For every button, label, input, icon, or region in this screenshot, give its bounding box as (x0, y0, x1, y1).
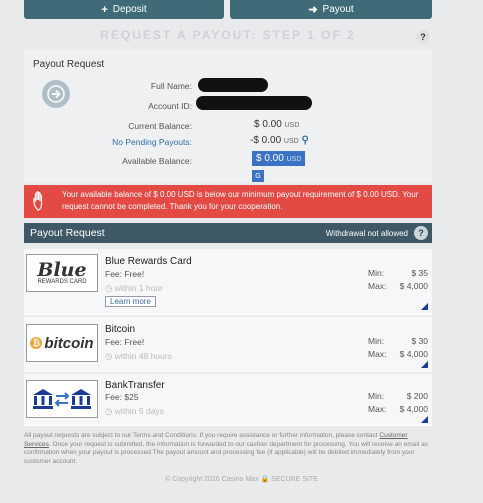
payout-method-blue-rewards[interactable]: Blue REWARDS CARD Blue Rewards Card Fee:… (24, 249, 432, 315)
method-name: Bitcoin (105, 324, 136, 335)
method-name: Blue Rewards Card (105, 256, 192, 267)
deposit-label: Deposit (112, 4, 147, 15)
arrow-circle-right-icon: ➜ (308, 4, 318, 16)
withdrawal-status: Withdrawal not allowed (325, 228, 408, 238)
help-icon[interactable]: ? (416, 30, 430, 44)
redacted-account-id (196, 96, 312, 110)
help-icon[interactable]: ? (414, 226, 428, 240)
secure-site-label: SECURE SITE (271, 476, 318, 483)
footer-terms: All payout requests are subject to our T… (24, 432, 428, 465)
available-balance-value: $ 0.00 USD (252, 151, 306, 166)
plus-icon: + (101, 3, 108, 16)
lock-icon: 🔒 (260, 476, 270, 483)
bitcoin-coin-icon: ₿ (30, 337, 43, 349)
hand-stop-icon (33, 191, 43, 211)
arrow-right-circle-icon (42, 80, 70, 108)
alert-text: Your available balance of $ 0.00 USD is … (62, 190, 419, 211)
full-name-label: Full Name: (150, 81, 192, 91)
blue-rewards-logo: Blue REWARDS CARD (26, 254, 98, 292)
method-limits: Min: $ 200 Max: $ 4,000 (368, 391, 428, 414)
translate-icon[interactable]: G (252, 170, 264, 182)
method-limits: Min: $ 30 Max: $ 4,000 (368, 336, 428, 359)
payout-method-bank-transfer[interactable]: BankTransfer Fee: $25 ◷ within 5 days Mi… (24, 374, 432, 426)
no-pending-payouts-link[interactable]: No Pending Payouts: (72, 137, 192, 147)
payout-method-bitcoin[interactable]: ₿ bitcoin Bitcoin Fee: Free! ◷ within 48… (24, 317, 432, 372)
method-limits: Min: $ 35 Max: $ 4,000 (368, 268, 428, 291)
search-icon[interactable]: ⚲ (301, 135, 308, 146)
method-fee: Fee: Free! (105, 337, 145, 347)
current-balance-value: $ 0.00 USD (254, 119, 300, 130)
payout-label: Payout (322, 4, 354, 15)
account-id-label: Account ID: (148, 101, 192, 111)
bank-transfer-icon (33, 389, 91, 409)
corner-indicator-icon (421, 303, 428, 310)
step-title: REQUEST A PAYOUT: STEP 1 OF 2 (100, 28, 356, 42)
method-name: BankTransfer (105, 380, 165, 391)
method-time: ◷ within 1 hour (105, 283, 163, 293)
clock-icon: ◷ (105, 283, 113, 293)
deposit-button[interactable]: + Deposit (24, 0, 224, 19)
learn-more-button[interactable]: Learn more (105, 296, 156, 307)
method-time: ◷ within 48 hours (105, 351, 172, 361)
current-balance-label: Current Balance: (128, 121, 192, 131)
method-fee: Fee: $25 (105, 392, 139, 402)
clock-icon: ◷ (105, 406, 113, 416)
clock-icon: ◷ (105, 351, 113, 361)
error-alert: Your available balance of $ 0.00 USD is … (24, 185, 432, 218)
pending-value: -$ 0.00 USD ⚲ (250, 135, 309, 146)
bank-transfer-logo (26, 380, 98, 418)
method-time: ◷ within 5 days (105, 406, 164, 416)
corner-indicator-icon (421, 361, 428, 368)
redacted-full-name (198, 78, 268, 92)
method-fee: Fee: Free! (105, 269, 145, 279)
available-balance-label: Available Balance: (122, 156, 192, 166)
payout-header-title: Payout Request (30, 227, 105, 239)
corner-indicator-icon (421, 416, 428, 423)
section-title: Payout Request (33, 59, 105, 70)
copyright-line: © Copyright 2026 Casino Max 🔒 SECURE SIT… (165, 476, 318, 483)
payout-request-header: Payout Request Withdrawal not allowed ? (24, 223, 432, 243)
payout-button[interactable]: ➜ Payout (230, 0, 432, 19)
bitcoin-logo: ₿ bitcoin (26, 324, 98, 362)
